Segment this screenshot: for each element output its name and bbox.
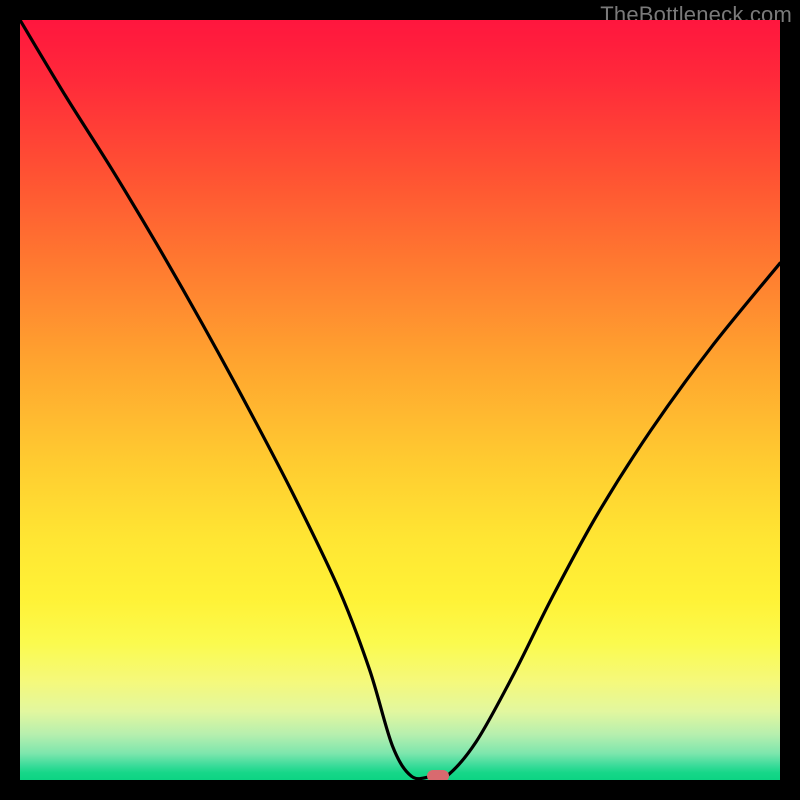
chart-stage: TheBottleneck.com (0, 0, 800, 800)
plot-area (20, 20, 780, 780)
background-gradient (20, 20, 780, 780)
